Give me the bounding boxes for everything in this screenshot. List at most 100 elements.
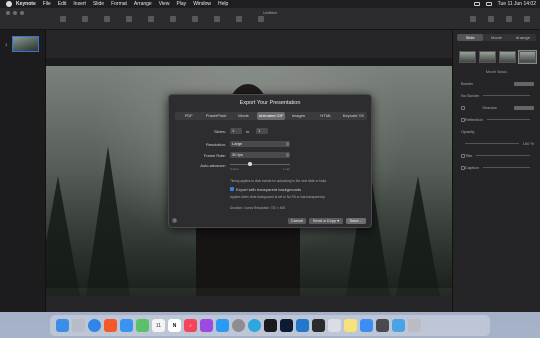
vscode-icon[interactable] <box>296 319 309 332</box>
menu-edit[interactable]: Edit <box>58 0 67 8</box>
slides-from-field[interactable]: 1 <box>230 128 242 134</box>
title-label: Title <box>465 153 473 158</box>
opacity-value[interactable]: 100 % <box>523 141 534 146</box>
tab-movie[interactable]: Movie <box>230 112 257 120</box>
preview-icon[interactable] <box>328 319 341 332</box>
shape-icon[interactable] <box>214 16 220 22</box>
menu-keynote[interactable]: Keynote <box>16 0 36 8</box>
app-store-icon[interactable] <box>216 319 229 332</box>
movie-style-swatch[interactable] <box>499 51 516 63</box>
telegram-icon[interactable] <box>248 319 261 332</box>
tab-images[interactable]: Images <box>285 112 312 120</box>
format-icon[interactable] <box>488 16 494 22</box>
tab-arrange[interactable]: Arrange <box>510 34 536 41</box>
menu-view[interactable]: View <box>159 0 170 8</box>
chart-icon[interactable] <box>170 16 176 22</box>
menu-window[interactable]: Window <box>193 0 211 8</box>
trash-icon[interactable] <box>408 319 421 332</box>
reflection-label: Reflection <box>465 117 483 122</box>
menu-help[interactable]: Help <box>218 0 228 8</box>
notes-icon[interactable] <box>344 319 357 332</box>
view-icon[interactable] <box>60 16 66 22</box>
comment-icon[interactable] <box>258 16 264 22</box>
table-icon[interactable] <box>148 16 154 22</box>
podcasts-icon[interactable] <box>200 319 213 332</box>
control-center-icon[interactable] <box>485 2 492 6</box>
slide-navigator: 1 <box>0 30 46 312</box>
downloads-folder-icon[interactable] <box>392 319 405 332</box>
keynote-icon[interactable] <box>360 319 373 332</box>
media-icon[interactable] <box>236 16 242 22</box>
battery-icon[interactable] <box>473 2 480 6</box>
save-button[interactable]: Save… <box>346 218 366 224</box>
animate-icon[interactable] <box>506 16 512 22</box>
toolbar-left-icons <box>60 16 264 22</box>
movie-style-swatch[interactable] <box>479 51 496 63</box>
settings-icon[interactable] <box>232 319 245 332</box>
divider <box>476 155 530 156</box>
menu-play[interactable]: Play <box>176 0 186 8</box>
document-icon[interactable] <box>524 16 530 22</box>
inspector-tabs: Slide Movie Arrange <box>457 34 536 41</box>
add-slide-icon[interactable] <box>104 16 110 22</box>
play-icon[interactable] <box>126 16 132 22</box>
terminal-icon[interactable] <box>264 319 277 332</box>
shadow-selector[interactable] <box>514 105 534 110</box>
movie-style-swatch[interactable] <box>518 50 537 64</box>
border-type-select[interactable]: No Border <box>461 93 479 98</box>
help-button[interactable]: ? <box>172 218 177 223</box>
slides-label: Slides: <box>213 129 226 134</box>
menu-arrange[interactable]: Arrange <box>134 0 152 8</box>
tab-powerpoint[interactable]: PowerPoint <box>202 112 229 120</box>
music-icon[interactable]: ♪ <box>184 319 197 332</box>
scripts-icon[interactable] <box>376 319 389 332</box>
console-icon[interactable] <box>312 319 325 332</box>
brave-icon[interactable] <box>104 319 117 332</box>
resolution-value: Large <box>232 141 243 146</box>
apple-icon[interactable] <box>6 1 12 7</box>
send-a-copy-button[interactable]: Send a Copy ▾ <box>309 218 343 224</box>
notion-icon[interactable]: N <box>168 319 181 332</box>
slider-min-label: 0 secs <box>230 167 239 171</box>
cancel-button[interactable]: Cancel <box>288 218 306 224</box>
auto-advance-slider[interactable] <box>230 162 290 166</box>
maps-icon[interactable] <box>136 319 149 332</box>
tab-pdf[interactable]: PDF <box>175 112 202 120</box>
text-icon[interactable] <box>192 16 198 22</box>
border-selector[interactable] <box>514 81 534 86</box>
menu-insert[interactable]: Insert <box>73 0 86 8</box>
frame-rate-select[interactable]: 30 fps <box>230 152 290 158</box>
dock: 11 N ♪ <box>50 315 490 336</box>
movie-styles <box>459 50 537 64</box>
tab-slide[interactable]: Slide <box>457 34 484 41</box>
tab-movie[interactable]: Movie <box>483 34 509 41</box>
menu-slide[interactable]: Slide <box>93 0 104 8</box>
slider-knob[interactable] <box>248 162 252 166</box>
resolution-select[interactable]: Large <box>230 141 290 147</box>
zoom-icon[interactable] <box>82 16 88 22</box>
opacity-slider[interactable] <box>465 143 519 144</box>
tab-keynote-09[interactable]: Keynote '09 <box>340 112 367 120</box>
safari-icon[interactable] <box>88 319 101 332</box>
shadow-row: Shadow <box>461 105 534 110</box>
tab-animated-gif[interactable]: Animated GIF <box>257 112 285 120</box>
slide-thumbnail[interactable] <box>12 36 39 52</box>
finder-icon[interactable] <box>56 319 69 332</box>
menubar-clock[interactable]: Tue 11 Jun 14:02 <box>498 0 536 8</box>
toolbar: Untitled <box>0 8 540 30</box>
menu-format[interactable]: Format <box>111 0 127 8</box>
transparent-label[interactable]: Export with transparent backgrounds <box>236 187 301 192</box>
mail-icon[interactable] <box>120 319 133 332</box>
slider-max-label: 1 sec <box>282 167 290 171</box>
calendar-icon[interactable]: 11 <box>152 319 165 332</box>
collaborate-icon[interactable] <box>470 16 476 22</box>
opacity-row: Opacity <box>461 129 534 134</box>
launchpad-icon[interactable] <box>72 319 85 332</box>
shadow-checkbox[interactable] <box>461 105 465 110</box>
menu-file[interactable]: File <box>43 0 51 8</box>
photoshop-icon[interactable] <box>280 319 293 332</box>
transparent-checkbox[interactable] <box>230 187 234 191</box>
tab-html[interactable]: HTML <box>312 112 339 120</box>
slides-to-field[interactable]: 1 <box>256 128 268 134</box>
movie-style-swatch[interactable] <box>459 51 476 63</box>
